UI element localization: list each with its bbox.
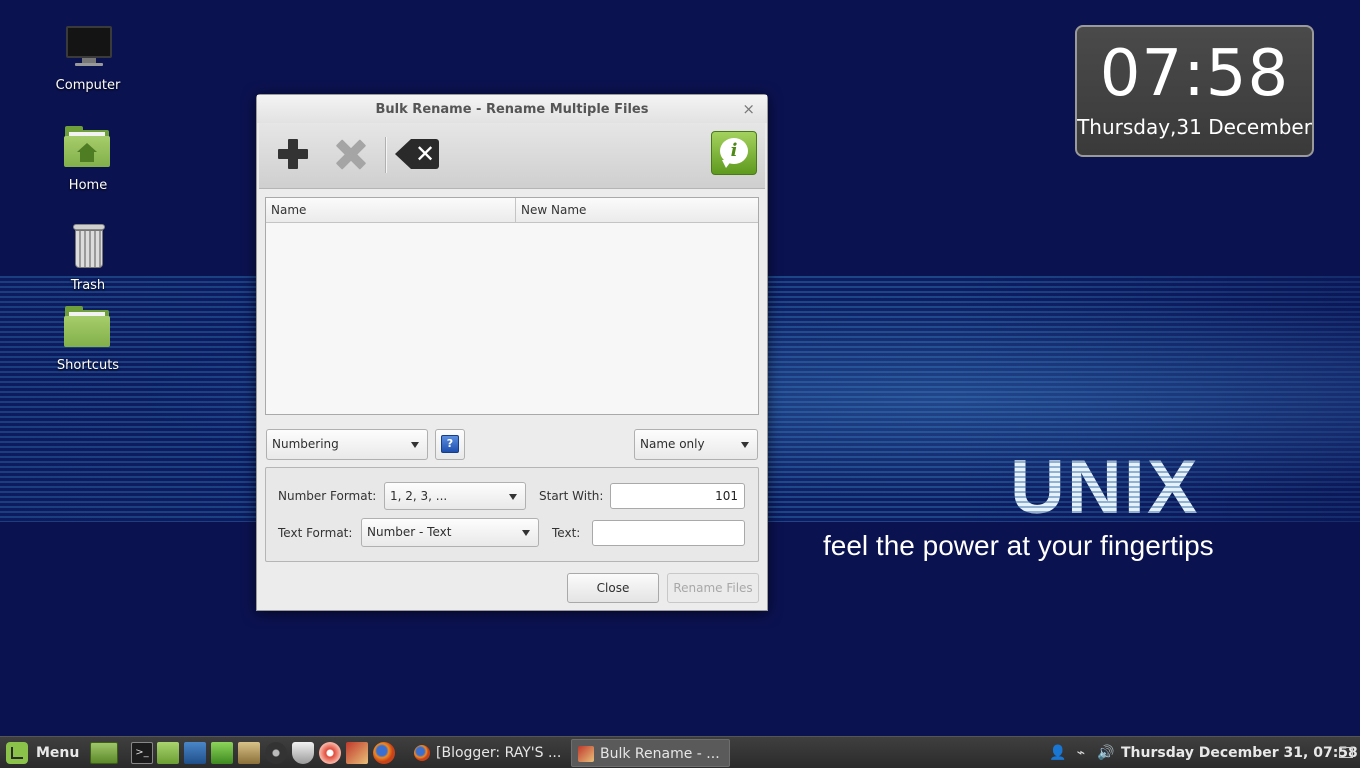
numbering-options-panel: Number Format: 1, 2, 3, ... Start With: … [265,467,759,562]
window-list-icon[interactable] [1339,747,1353,758]
chevron-down-icon [522,530,530,536]
terminal-icon[interactable]: >_ [131,742,153,764]
firewall-icon[interactable] [292,742,314,764]
close-button[interactable]: Close [567,573,659,603]
apply-to-select[interactable]: Name only [634,429,758,460]
software-manager-icon[interactable] [211,742,233,764]
disc-burner-icon[interactable] [319,742,341,764]
toolbar-separator [385,137,387,173]
rename-mode-select[interactable]: Numbering [266,429,428,460]
start-with-input[interactable]: 101 [610,483,745,509]
rename-files-button[interactable]: Rename Files [667,573,759,603]
column-header-name[interactable]: Name [266,198,516,223]
number-format-select[interactable]: 1, 2, 3, ... [384,482,526,510]
monitor-icon [62,24,114,72]
taskbar-clock[interactable]: Thursday December 31, 07:58 [1121,737,1358,768]
file-list-header: Name New Name [266,198,758,223]
remove-files-button[interactable] [329,133,373,177]
dialog-titlebar[interactable]: Bulk Rename - Rename Multiple Files × [257,95,767,123]
menu-label: Menu [36,745,80,761]
volume-icon[interactable]: 🔊 [1097,745,1114,761]
column-header-new-name[interactable]: New Name [516,198,758,223]
clear-files-button[interactable]: ✕ [395,133,439,177]
start-with-label: Start With: [539,489,604,503]
text-format-select[interactable]: Number - Text [361,518,539,547]
desktop-icon-label: Shortcuts [56,358,120,373]
dialog-title: Bulk Rename - Rename Multiple Files [375,102,649,117]
chevron-down-icon [509,494,517,500]
desktop-icon-label: Trash [70,278,106,293]
taskbar-window-bulk-rename[interactable]: Bulk Rename - ... [571,739,730,767]
image-viewer-icon[interactable] [238,742,260,764]
apply-to-value: Name only [640,437,705,451]
bulk-rename-dialog: Bulk Rename - Rename Multiple Files × ✕ … [256,94,768,611]
text-input[interactable] [592,520,745,546]
mint-logo-icon [6,742,28,764]
bulk-rename-icon [578,746,594,762]
desktop-icon-label: Computer [55,78,121,93]
desktop-icon-home[interactable]: Home [40,124,136,200]
wallpaper-title: UNIX [1010,448,1250,528]
taskbar: Menu >_ [Blogger: RAY'S ... Bulk Rename … [0,736,1360,768]
file-list[interactable]: Name New Name [265,197,759,415]
firefox-icon[interactable] [373,742,395,764]
toolbar: ✕ i [259,123,765,189]
taskbar-window-blogger[interactable]: [Blogger: RAY'S ... [408,739,566,767]
number-format-value: 1, 2, 3, ... [390,489,448,503]
chevron-down-icon [411,442,419,448]
clock-time: 07:58 [1099,37,1290,111]
help-button[interactable]: ? [435,429,465,460]
trash-icon [62,224,114,272]
add-files-button[interactable] [271,133,315,177]
text-format-label: Text Format: [278,526,353,540]
desktop-icon-computer[interactable]: Computer [40,24,136,100]
window-label: Bulk Rename - ... [600,746,720,762]
user-icon[interactable]: 👤 [1049,745,1066,761]
bulk-rename-icon[interactable] [346,742,368,764]
info-glyph: i [730,140,738,161]
help-icon: ? [441,435,459,453]
desktop-icon-shortcuts[interactable]: Shortcuts [40,304,136,380]
about-button[interactable]: i [711,131,757,175]
menu-button[interactable]: Menu [4,741,84,765]
files-icon[interactable] [157,742,179,764]
desktop-icon-label: Home [68,178,108,193]
clock-widget: 07:58 Thursday,31 December [1075,25,1314,157]
media-player-icon[interactable] [184,742,206,764]
show-desktop-icon[interactable] [90,742,118,764]
chevron-down-icon [741,442,749,448]
desktop-icon-trash[interactable]: Trash [40,224,136,300]
clock-date: Thursday,31 December [1077,115,1312,139]
number-format-label: Number Format: [278,489,377,503]
firefox-icon [414,745,430,761]
close-icon[interactable]: × [742,95,755,123]
text-format-value: Number - Text [367,525,452,539]
folder-icon [62,304,114,352]
window-label: [Blogger: RAY'S ... [436,745,562,761]
text-label: Text: [552,526,581,540]
rename-mode-value: Numbering [272,437,339,451]
network-icon[interactable]: ⌁ [1073,745,1089,761]
disk-utility-icon[interactable] [265,742,287,764]
home-folder-icon [62,124,114,172]
wallpaper-tagline: feel the power at your fingertips [823,530,1214,561]
